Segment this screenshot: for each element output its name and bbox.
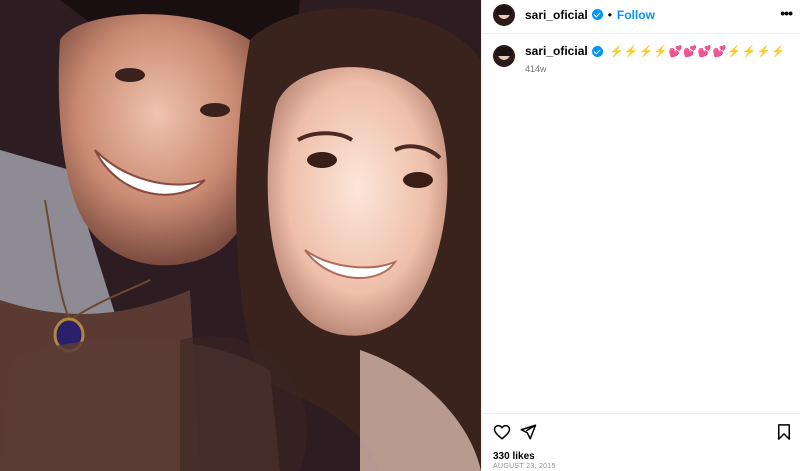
post-side-panel: sari_oficial • Follow ••• sari_oficial ⚡… bbox=[481, 0, 800, 471]
post-date[interactable]: AUGUST 23, 2015 bbox=[493, 463, 556, 470]
caption-timestamp[interactable]: 414w bbox=[525, 64, 786, 74]
post-photo[interactable] bbox=[0, 0, 481, 471]
verified-badge-icon bbox=[591, 9, 603, 20]
heart-icon[interactable] bbox=[493, 423, 511, 441]
caption-username[interactable]: sari_oficial bbox=[525, 44, 588, 58]
likes-count[interactable]: 330 likes bbox=[493, 451, 535, 462]
bookmark-icon[interactable] bbox=[775, 423, 793, 441]
header-separator: • bbox=[607, 7, 612, 22]
photo-illustration bbox=[0, 0, 481, 471]
post-header: sari_oficial • Follow ••• bbox=[482, 0, 800, 29]
more-options-icon[interactable]: ••• bbox=[780, 6, 793, 20]
author-avatar[interactable] bbox=[493, 3, 515, 26]
action-bar bbox=[493, 423, 793, 441]
paper-plane-icon[interactable] bbox=[519, 423, 537, 441]
caption-text: ⚡⚡⚡⚡💕💕💕💕⚡⚡⚡⚡ bbox=[609, 45, 787, 58]
caption-line: sari_oficial ⚡⚡⚡⚡💕💕💕💕⚡⚡⚡⚡ bbox=[525, 44, 786, 58]
actions-divider bbox=[482, 413, 800, 414]
caption-body: sari_oficial ⚡⚡⚡⚡💕💕💕💕⚡⚡⚡⚡ 414w bbox=[525, 44, 786, 74]
caption-avatar[interactable] bbox=[493, 45, 515, 67]
follow-button[interactable]: Follow bbox=[617, 8, 655, 22]
caption-verified-badge-icon bbox=[591, 45, 603, 57]
post-viewer: sari_oficial • Follow ••• sari_oficial ⚡… bbox=[0, 0, 800, 471]
header-divider bbox=[482, 33, 800, 34]
author-username[interactable]: sari_oficial bbox=[525, 8, 588, 22]
caption-comment: sari_oficial ⚡⚡⚡⚡💕💕💕💕⚡⚡⚡⚡ 414w bbox=[493, 44, 793, 74]
